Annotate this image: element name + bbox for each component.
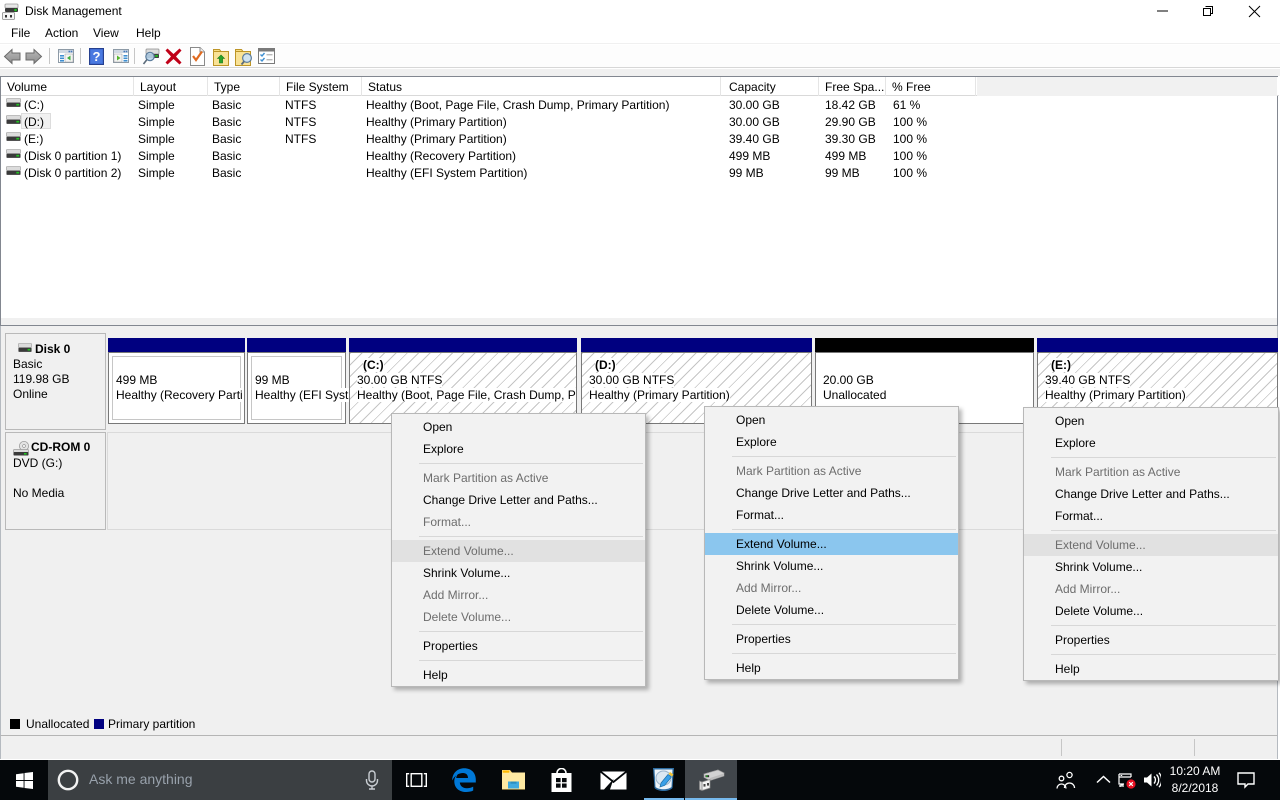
svg-text:?: ? <box>93 49 101 64</box>
